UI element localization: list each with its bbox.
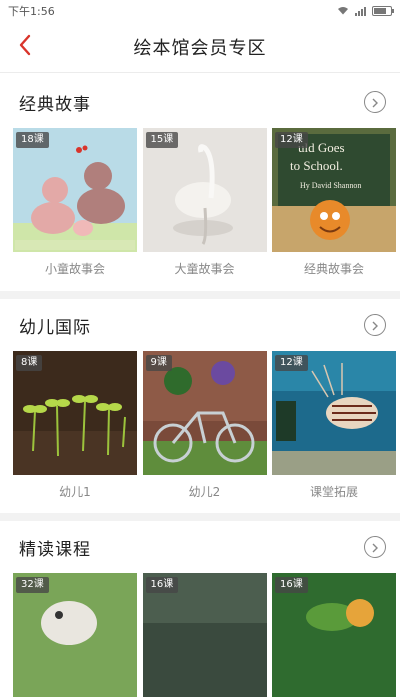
- lesson-count-badge: 8课: [16, 355, 43, 371]
- course-cover: uld Goes to School. Hy David Shannon 12课: [272, 128, 396, 252]
- more-button[interactable]: [364, 536, 386, 558]
- section-header: 精读课程: [0, 521, 400, 573]
- course-cover: 16课: [142, 573, 267, 697]
- course-card[interactable]: 12课 课堂拓展: [272, 351, 396, 500]
- book-author-line: Hy David Shannon: [300, 181, 361, 190]
- course-cover: 16课: [272, 573, 396, 697]
- course-label: 大童故事会: [174, 262, 235, 276]
- section-divider: [0, 291, 400, 299]
- signal-icon: [355, 6, 366, 16]
- course-card[interactable]: uld Goes to School. Hy David Shannon 12课…: [272, 128, 396, 277]
- status-bar: 下午1:56: [0, 0, 400, 22]
- chevron-right-icon: [371, 538, 379, 557]
- card-row: 32课 16课 16课: [0, 573, 400, 697]
- chevron-right-icon: [371, 93, 379, 112]
- battery-icon: [372, 6, 394, 16]
- lesson-count-badge: 32课: [16, 577, 49, 593]
- more-button[interactable]: [364, 314, 386, 336]
- section-title: 幼儿国际: [19, 317, 91, 338]
- lesson-count-badge: 12课: [275, 355, 308, 371]
- book-title-line: to School.: [290, 158, 343, 173]
- section-kids-international: 幼儿国际 8课 幼儿1 9课 幼儿2 12课 课堂拓展: [0, 299, 400, 500]
- course-cover: 18课: [13, 128, 137, 252]
- page-title: 绘本馆会员专区: [133, 38, 267, 59]
- card-row: 18课 小童故事会 15课 大童故事会 uld Goes to School. …: [0, 128, 400, 277]
- back-button[interactable]: [10, 32, 40, 62]
- wifi-icon: [337, 5, 349, 18]
- card-row: 8课 幼儿1 9课 幼儿2 12课 课堂拓展: [0, 351, 400, 500]
- course-card[interactable]: 32课: [13, 573, 137, 697]
- status-icons: [337, 5, 394, 18]
- course-cover: 15课: [142, 128, 267, 252]
- lesson-count-badge: 18课: [16, 132, 49, 148]
- course-card[interactable]: 16课: [272, 573, 396, 697]
- section-intensive-reading: 精读课程 32课 16课 16课: [0, 521, 400, 697]
- more-button[interactable]: [364, 91, 386, 113]
- course-label: 幼儿1: [59, 485, 91, 499]
- course-card[interactable]: 15课 大童故事会: [142, 128, 267, 277]
- course-cover: 12课: [272, 351, 396, 475]
- section-divider: [0, 513, 400, 521]
- course-card[interactable]: 8课 幼儿1: [13, 351, 137, 500]
- course-cover: 9课: [142, 351, 267, 475]
- status-time: 下午1:56: [8, 5, 55, 18]
- lesson-count-badge: 16课: [275, 577, 308, 593]
- course-label: 经典故事会: [303, 262, 364, 276]
- course-cover: 32课: [13, 573, 137, 697]
- back-arrow-icon: [18, 34, 32, 60]
- section-classic-stories: 经典故事 18课 小童故事会 15课 大童故事会 uld Goes to Sch…: [0, 76, 400, 277]
- course-card[interactable]: 16课: [142, 573, 267, 697]
- section-header: 经典故事: [0, 76, 400, 128]
- section-header: 幼儿国际: [0, 299, 400, 351]
- section-title: 精读课程: [19, 539, 91, 560]
- course-label: 小童故事会: [44, 262, 105, 276]
- course-card[interactable]: 9课 幼儿2: [142, 351, 267, 500]
- lesson-count-badge: 16课: [145, 577, 179, 593]
- course-label: 幼儿2: [188, 485, 221, 499]
- course-label: 课堂拓展: [309, 485, 358, 499]
- nav-bar: 绘本馆会员专区: [0, 22, 400, 73]
- lesson-count-badge: 15课: [145, 132, 179, 148]
- lesson-count-badge: 12课: [275, 132, 308, 148]
- course-card[interactable]: 18课 小童故事会: [13, 128, 137, 277]
- lesson-count-badge: 9课: [145, 355, 172, 371]
- section-title: 经典故事: [19, 94, 91, 115]
- chevron-right-icon: [371, 316, 379, 335]
- course-cover: 8课: [13, 351, 137, 475]
